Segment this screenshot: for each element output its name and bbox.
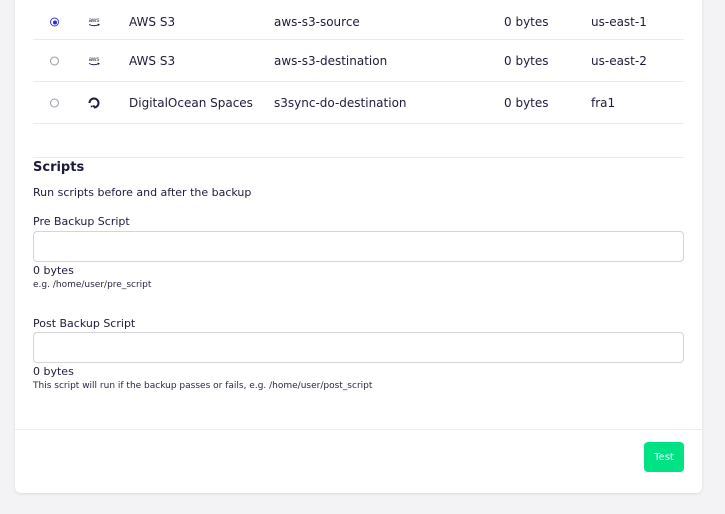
storage-row[interactable]: aws AWS S3 aws-s3-source 0 bytes us-east… [33, 5, 684, 40]
storage-table: aws AWS S3 aws-s3-source 0 bytes us-east… [33, 5, 684, 158]
pre-backup-byte-count: 0 bytes [33, 264, 74, 277]
svg-text:aws: aws [89, 18, 100, 24]
test-button[interactable]: Test [644, 442, 684, 472]
storage-select-radio[interactable] [50, 56, 59, 65]
post-backup-byte-count: 0 bytes [33, 365, 74, 378]
post-backup-script-label: Post Backup Script [33, 317, 136, 330]
storage-size: 0 bytes [504, 95, 549, 110]
storage-region: us-east-1 [591, 15, 647, 29]
storage-provider: AWS S3 [129, 15, 176, 29]
storage-size: 0 bytes [504, 53, 549, 68]
storage-size: 0 bytes [504, 15, 549, 29]
backup-form-card: aws AWS S3 aws-s3-source 0 bytes us-east… [15, 0, 702, 493]
pre-backup-hint: e.g. /home/user/pre_script [33, 280, 152, 290]
table-bottom-divider [33, 124, 684, 158]
storage-select-radio[interactable] [50, 17, 59, 27]
scripts-description: Run scripts before and after the backup [33, 186, 252, 199]
storage-name: aws-s3-source [274, 15, 360, 29]
aws-logo-icon: aws [87, 16, 101, 28]
digitalocean-logo-icon [87, 97, 101, 109]
storage-region: fra1 [591, 95, 616, 110]
footer-divider [15, 429, 702, 430]
pre-backup-script-label: Pre Backup Script [33, 215, 130, 228]
scripts-title: Scripts [33, 160, 85, 175]
storage-select-radio[interactable] [50, 98, 59, 107]
aws-logo-icon: aws [87, 55, 101, 67]
pre-backup-script-input[interactable] [33, 231, 684, 262]
storage-row[interactable]: DigitalOcean Spaces s3sync-do-destinatio… [33, 82, 684, 124]
storage-name: s3sync-do-destination [274, 95, 407, 110]
storage-name: aws-s3-destination [274, 53, 388, 68]
post-backup-script-input[interactable] [33, 332, 684, 363]
svg-text:aws: aws [89, 57, 100, 63]
storage-region: us-east-2 [591, 53, 647, 68]
post-backup-hint: This script will run if the backup passe… [33, 381, 373, 391]
storage-row[interactable]: aws AWS S3 aws-s3-destination 0 bytes us… [33, 40, 684, 82]
storage-provider: AWS S3 [129, 53, 176, 68]
storage-provider: DigitalOcean Spaces [129, 95, 253, 110]
